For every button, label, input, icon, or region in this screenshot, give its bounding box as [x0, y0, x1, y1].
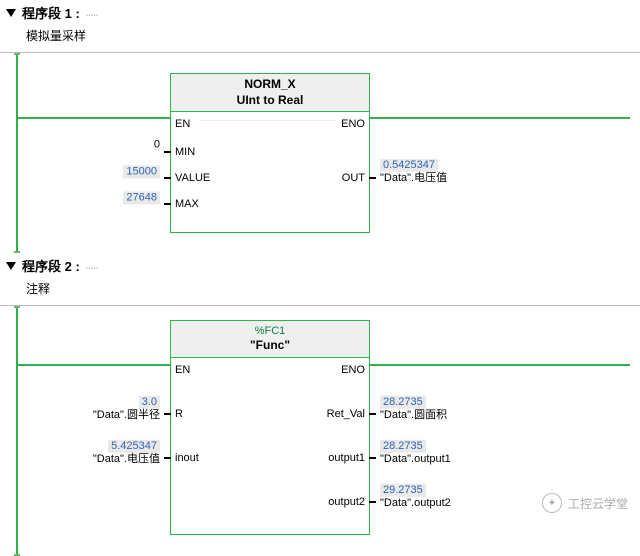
block-title-text: NORM_X: [175, 77, 365, 93]
operand-out1[interactable]: 28.2735 "Data".output1: [380, 438, 451, 466]
network-1-comment: 模拟量采样: [0, 25, 640, 53]
network-2-comment: 注释: [0, 278, 640, 306]
pin-value: VALUE: [175, 172, 210, 184]
out2-value: 29.2735: [380, 484, 426, 497]
out1-tag: "Data".output1: [380, 453, 451, 466]
wire-eno: [370, 364, 630, 366]
retval-value: 28.2735: [380, 396, 426, 409]
operand-inout[interactable]: 5.425347 "Data".电压值: [0, 438, 160, 466]
block-func-title: %FC1 "Func": [171, 321, 369, 358]
left-rail: [16, 53, 18, 253]
network-1: 程序段 1 : ..... 模拟量采样 NORM_X UInt to Real …: [0, 0, 640, 253]
r-tag: "Data".圆半径: [0, 409, 160, 422]
network-1-title: 程序段 1 :: [22, 3, 80, 22]
pin-retval: Ret_Val: [327, 408, 365, 420]
out1-value: 28.2735: [380, 440, 426, 453]
r-value: 3.0: [139, 396, 160, 409]
network-2-title: 程序段 2 :: [22, 256, 80, 275]
network-1-header[interactable]: 程序段 1 : .....: [0, 0, 640, 25]
block-norm-x[interactable]: NORM_X UInt to Real EN ENO MIN VALUE OUT…: [170, 73, 370, 233]
block-body: EN ENO MIN VALUE OUT MAX: [171, 112, 369, 232]
collapse-icon[interactable]: [6, 262, 16, 270]
block-fc-label: %FC1: [175, 324, 365, 338]
min-value: 0: [0, 138, 160, 151]
pin-out2: output2: [328, 496, 365, 508]
pin-out1: output1: [328, 452, 365, 464]
inout-value: 5.425347: [108, 440, 160, 453]
operand-min[interactable]: 0: [0, 138, 160, 151]
trail-dots: .....: [86, 8, 99, 18]
wechat-icon: ✦: [542, 493, 562, 513]
network-2-header[interactable]: 程序段 2 : .....: [0, 253, 640, 278]
inout-tag: "Data".电压值: [0, 453, 160, 466]
out-value: 0.5425347: [380, 159, 438, 172]
collapse-icon[interactable]: [6, 9, 16, 17]
block-norm-x-title: NORM_X UInt to Real: [171, 74, 369, 112]
watermark: ✦ 工控云学堂: [542, 493, 628, 513]
retval-tag: "Data".圆面积: [380, 409, 447, 422]
block-func[interactable]: %FC1 "Func" EN ENO R Ret_Val inout outpu…: [170, 320, 370, 535]
operand-retval[interactable]: 28.2735 "Data".圆面积: [380, 394, 447, 422]
pin-en: EN: [175, 118, 190, 130]
trail-dots: .....: [86, 261, 99, 271]
operand-value[interactable]: 15000: [0, 163, 160, 178]
wire-en: [18, 117, 170, 119]
wire-eno: [370, 117, 630, 119]
pin-out: OUT: [342, 172, 365, 184]
block-body: EN ENO R Ret_Val inout output1 output2: [171, 358, 369, 534]
pin-en: EN: [175, 364, 190, 376]
pin-eno: ENO: [341, 118, 365, 130]
out2-tag: "Data".output2: [380, 497, 451, 510]
operand-max[interactable]: 27648: [0, 189, 160, 204]
operand-r[interactable]: 3.0 "Data".圆半径: [0, 394, 160, 422]
pin-max: MAX: [175, 198, 199, 210]
max-value: 27648: [123, 191, 160, 204]
pin-inout: inout: [175, 452, 199, 464]
rung-1: NORM_X UInt to Real EN ENO MIN VALUE OUT…: [0, 53, 640, 253]
operand-out2[interactable]: 29.2735 "Data".output2: [380, 482, 451, 510]
value-value: 15000: [123, 165, 160, 178]
wire-en: [18, 364, 170, 366]
watermark-text: 工控云学堂: [568, 495, 628, 512]
pin-eno: ENO: [341, 364, 365, 376]
operand-out[interactable]: 0.5425347 "Data".电压值: [380, 157, 447, 185]
block-subtitle-text: UInt to Real: [175, 93, 365, 109]
out-tag: "Data".电压值: [380, 172, 447, 185]
block-func-name: "Func": [175, 338, 365, 354]
pin-r: R: [175, 408, 183, 420]
pin-min: MIN: [175, 146, 195, 158]
